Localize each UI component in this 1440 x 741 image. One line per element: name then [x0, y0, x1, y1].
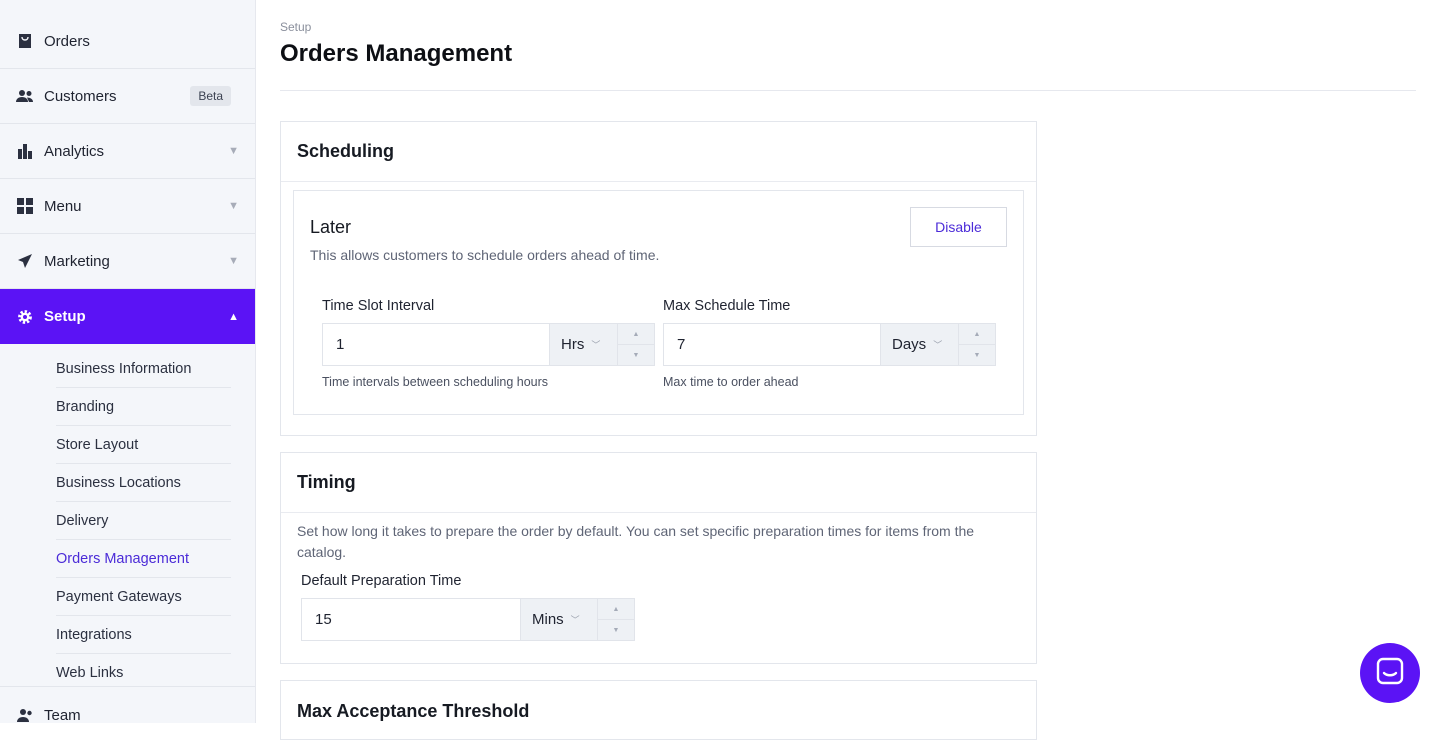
- chevron-down-icon: ﹀: [933, 340, 943, 350]
- prep-time-stepper: ▲ ▼: [597, 599, 634, 640]
- max-schedule-input[interactable]: 7: [664, 324, 880, 365]
- sidebar-item-team[interactable]: Team: [0, 686, 255, 723]
- timing-card: Timing Set how long it takes to prepare …: [280, 452, 1037, 664]
- later-title: Later: [310, 217, 352, 237]
- user-icon: [16, 707, 34, 723]
- sidebar: Orders Customers Beta Analytics ▼ Menu ▼…: [0, 0, 256, 723]
- submenu-item-business-locations[interactable]: Business Locations: [56, 464, 231, 502]
- sidebar-item-label: Setup: [44, 308, 86, 325]
- card-title: Scheduling: [281, 122, 1036, 182]
- card-title: Timing: [281, 453, 1036, 513]
- chevron-down-icon: ﹀: [591, 340, 601, 350]
- sidebar-item-label: Analytics: [44, 142, 105, 160]
- field-label: Default Preparation Time: [301, 573, 462, 589]
- max-schedule-unit-select[interactable]: Days ﹀: [880, 324, 958, 365]
- submenu-item-business-information[interactable]: Business Information: [56, 350, 231, 388]
- stepper-up-icon[interactable]: ▲: [959, 324, 995, 345]
- time-slot-field: Time Slot Interval 1 Hrs ﹀ ▲ ▼ Time inte…: [322, 298, 655, 389]
- prep-time-field: Default Preparation Time 15 Mins ﹀ ▲ ▼: [281, 563, 655, 641]
- caret-down-icon: ▼: [228, 145, 239, 157]
- sidebar-item-menu[interactable]: Menu ▼: [0, 179, 255, 234]
- submenu-item-branding[interactable]: Branding: [56, 388, 231, 426]
- chat-icon: [1376, 657, 1404, 690]
- field-label: Max Schedule Time: [663, 298, 791, 314]
- submenu-item-payment-gateways[interactable]: Payment Gateways: [56, 578, 231, 616]
- caret-down-icon: ▼: [228, 255, 239, 267]
- scheduling-card: Scheduling Later This allows customers t…: [280, 121, 1037, 436]
- sidebar-item-marketing[interactable]: Marketing ▼: [0, 234, 255, 289]
- field-label: Time Slot Interval: [322, 298, 435, 314]
- max-schedule-field: Max Schedule Time 7 Days ﹀ ▲ ▼ Max time …: [663, 298, 996, 389]
- submenu-item-store-layout[interactable]: Store Layout: [56, 426, 231, 464]
- unit-label: Mins: [532, 611, 564, 628]
- prep-time-unit-select[interactable]: Mins ﹀: [520, 599, 597, 640]
- later-description: This allows customers to schedule orders…: [310, 247, 660, 263]
- sidebar-item-label: Customers: [44, 87, 117, 105]
- chevron-down-icon: ﹀: [570, 615, 580, 625]
- stepper-down-icon[interactable]: ▼: [618, 345, 654, 365]
- sidebar-item-customers[interactable]: Customers Beta: [0, 69, 255, 124]
- sidebar-item-analytics[interactable]: Analytics ▼: [0, 124, 255, 179]
- time-slot-input[interactable]: 1: [323, 324, 549, 365]
- sidebar-item-setup[interactable]: Setup ▲: [0, 289, 255, 344]
- gear-icon: [16, 308, 34, 326]
- card-title: Max Acceptance Threshold: [297, 700, 530, 721]
- disable-button[interactable]: Disable: [910, 207, 1007, 247]
- caret-down-icon: ▼: [228, 200, 239, 212]
- stepper-down-icon[interactable]: ▼: [598, 620, 634, 640]
- time-slot-stepper: ▲ ▼: [617, 324, 654, 365]
- stepper-down-icon[interactable]: ▼: [959, 345, 995, 365]
- bag-icon: [16, 32, 34, 50]
- divider: [280, 90, 1416, 91]
- sidebar-item-label: Menu: [44, 197, 82, 215]
- beta-badge: Beta: [190, 86, 231, 106]
- max-schedule-stepper: ▲ ▼: [958, 324, 995, 365]
- max-schedule-input-group: 7 Days ﹀ ▲ ▼: [663, 323, 996, 366]
- page-title: Orders Management: [280, 40, 513, 67]
- prep-time-input-group: 15 Mins ﹀ ▲ ▼: [301, 598, 635, 641]
- caret-up-icon: ▲: [228, 310, 239, 323]
- chat-launcher-button[interactable]: [1360, 643, 1420, 703]
- unit-label: Days: [892, 336, 927, 353]
- threshold-card: Max Acceptance Threshold: [280, 680, 1037, 740]
- main-content: Setup Orders Management Scheduling Later…: [280, 0, 1416, 740]
- sidebar-item-label: Team: [44, 707, 81, 723]
- later-panel: Later This allows customers to schedule …: [293, 190, 1024, 415]
- grid-icon: [16, 197, 34, 215]
- submenu-item-orders-management[interactable]: Orders Management: [56, 540, 231, 578]
- sidebar-item-orders[interactable]: Orders: [0, 0, 255, 69]
- prep-time-input[interactable]: 15: [302, 599, 520, 640]
- field-help: Max time to order ahead: [663, 375, 799, 389]
- time-slot-input-group: 1 Hrs ﹀ ▲ ▼: [322, 323, 655, 366]
- stepper-up-icon[interactable]: ▲: [598, 599, 634, 620]
- breadcrumb[interactable]: Setup: [280, 20, 1416, 34]
- stepper-up-icon[interactable]: ▲: [618, 324, 654, 345]
- sidebar-item-label: Orders: [44, 32, 90, 50]
- sidebar-item-label: Marketing: [44, 252, 110, 270]
- bar-chart-icon: [16, 142, 34, 160]
- paper-plane-icon: [16, 252, 34, 270]
- time-slot-unit-select[interactable]: Hrs ﹀: [549, 324, 617, 365]
- users-icon: [16, 87, 34, 105]
- submenu-item-integrations[interactable]: Integrations: [56, 616, 231, 654]
- field-help: Time intervals between scheduling hours: [322, 375, 549, 389]
- timing-description: Set how long it takes to prepare the ord…: [297, 523, 975, 560]
- submenu-item-delivery[interactable]: Delivery: [56, 502, 231, 540]
- unit-label: Hrs: [561, 336, 585, 353]
- setup-submenu: Business Information Branding Store Layo…: [0, 344, 255, 692]
